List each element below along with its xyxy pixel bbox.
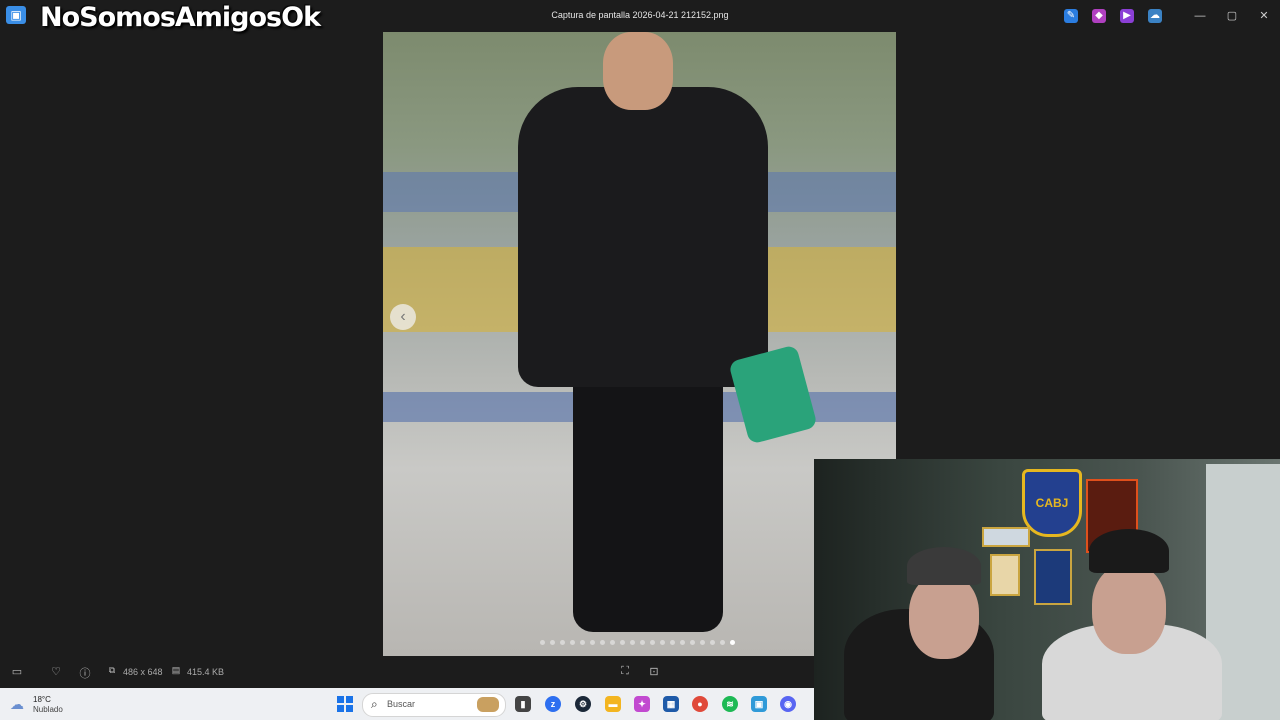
gallery-dot[interactable] — [690, 640, 695, 645]
file-size: 415.4 KB — [187, 667, 225, 677]
file-explorer-icon[interactable]: ▬ — [605, 696, 621, 712]
info-icon[interactable]: ⓘ — [78, 665, 92, 680]
filmstrip-icon[interactable]: ▭ — [10, 665, 24, 679]
onedrive-icon[interactable]: ☁ — [1148, 9, 1162, 23]
green-bag — [728, 344, 818, 445]
image-dimensions: 486 x 648 — [123, 667, 163, 677]
gallery-dot[interactable] — [580, 640, 585, 645]
gallery-dot[interactable] — [620, 640, 625, 645]
maximize-button[interactable]: ▢ — [1222, 8, 1242, 24]
previous-image-button[interactable]: ‹ — [390, 304, 416, 330]
left-person-face — [909, 574, 979, 659]
discord-icon[interactable]: ◉ — [780, 696, 796, 712]
minimize-button[interactable]: — — [1190, 8, 1210, 24]
gallery-dot[interactable] — [720, 640, 725, 645]
gallery-dot[interactable] — [540, 640, 545, 645]
fit-to-window-icon[interactable]: ⛶ — [618, 665, 632, 679]
right-person-face — [1092, 564, 1166, 654]
gallery-dot[interactable] — [570, 640, 575, 645]
gallery-dots — [540, 640, 735, 645]
chrome-icon[interactable]: ● — [692, 696, 708, 712]
favorite-icon[interactable]: ♡ — [49, 665, 63, 679]
close-button[interactable]: ✕ — [1254, 8, 1274, 24]
cloud-icon[interactable]: ☁ — [10, 696, 24, 713]
clipchamp-icon[interactable]: ▶ — [1120, 9, 1134, 23]
zoom-icon[interactable]: z — [545, 696, 561, 712]
search-placeholder: Buscar — [387, 699, 416, 709]
gallery-dot[interactable] — [610, 640, 615, 645]
photos-taskbar-icon[interactable]: ▣ — [751, 696, 767, 712]
copilot-app-icon[interactable]: ✦ — [634, 696, 650, 712]
title-bar: ▣ NoSomosAmigosOk Captura de pantalla 20… — [0, 0, 1280, 33]
jersey-frame — [1034, 549, 1072, 605]
weather-temperature[interactable]: 18°C — [33, 695, 51, 704]
person-head — [603, 32, 673, 110]
search-highlight-icon — [477, 697, 499, 712]
weather-description[interactable]: Nublado — [33, 705, 63, 714]
task-view-icon[interactable]: ▮ — [515, 696, 531, 712]
actual-size-icon[interactable]: ⊡ — [647, 665, 661, 679]
webcam-overlay: CABJ — [814, 459, 1280, 720]
titlebar-actions: ✎ ◆ ▶ ☁ — [1064, 9, 1162, 23]
left-person-cap — [907, 547, 981, 585]
gallery-dot[interactable] — [670, 640, 675, 645]
file-size-icon: ▤ — [171, 665, 181, 675]
gallery-dot[interactable] — [640, 640, 645, 645]
gallery-dot[interactable] — [630, 640, 635, 645]
small-frame — [990, 554, 1020, 596]
gallery-dot[interactable] — [600, 640, 605, 645]
club-badge: CABJ — [1022, 469, 1082, 537]
right-person-cap — [1089, 529, 1169, 573]
taskbar-search[interactable]: ⌕ Buscar — [362, 693, 506, 717]
dimensions-icon: ⧉ — [108, 665, 116, 675]
gallery-dot[interactable] — [680, 640, 685, 645]
gallery-dot[interactable] — [700, 640, 705, 645]
edit-icon[interactable]: ✎ — [1064, 9, 1078, 23]
gallery-dot[interactable] — [560, 640, 565, 645]
copilot-icon[interactable]: ◆ — [1092, 9, 1106, 23]
start-button[interactable] — [337, 696, 353, 712]
store-icon[interactable]: ▦ — [663, 696, 679, 712]
plaque — [982, 527, 1030, 547]
gallery-dot[interactable] — [590, 640, 595, 645]
gallery-dot[interactable] — [660, 640, 665, 645]
steam-icon[interactable]: ⚙ — [575, 696, 591, 712]
person-jacket — [518, 87, 768, 387]
gallery-dot[interactable] — [650, 640, 655, 645]
spotify-icon[interactable]: ≋ — [722, 696, 738, 712]
gallery-dot[interactable] — [550, 640, 555, 645]
gallery-dot[interactable] — [710, 640, 715, 645]
search-icon: ⌕ — [371, 697, 378, 711]
gallery-dot[interactable] — [730, 640, 735, 645]
